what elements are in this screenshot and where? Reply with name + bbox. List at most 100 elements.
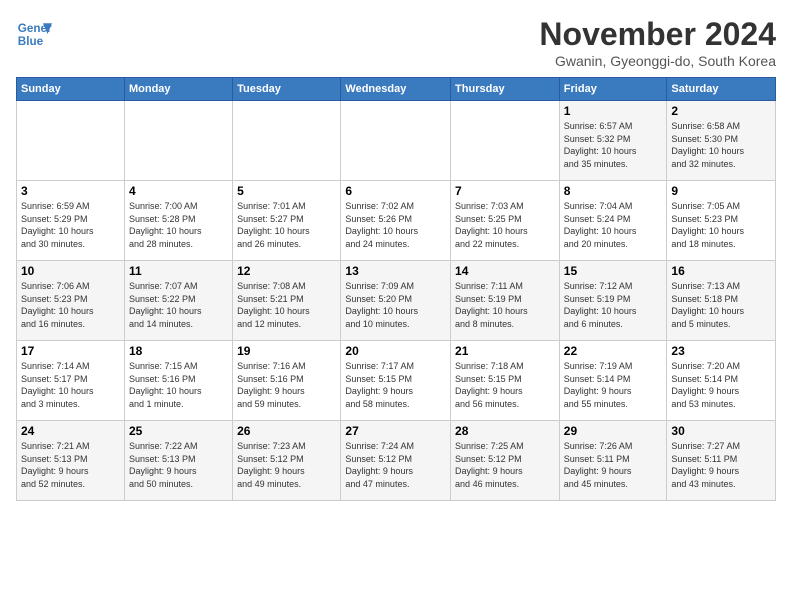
day-info: Sunrise: 7:21 AM Sunset: 5:13 PM Dayligh… <box>21 440 120 490</box>
calendar-cell: 16 Sunrise: 7:13 AM Sunset: 5:18 PM Dayli… <box>667 261 776 341</box>
calendar-cell <box>233 101 341 181</box>
calendar-cell: 5Sunrise: 7:01 AM Sunset: 5:27 PM Daylig… <box>233 181 341 261</box>
calendar-cell: 4 Sunrise: 7:00 AM Sunset: 5:28 PM Daylig… <box>124 181 232 261</box>
day-info: Sunrise: 7:24 AM Sunset: 5:12 PM Dayligh… <box>345 440 446 490</box>
day-number: 17 <box>21 344 120 358</box>
calendar-cell: 24Sunrise: 7:21 AM Sunset: 5:13 PM Dayli… <box>17 421 125 501</box>
calendar-cell: 20 Sunrise: 7:17 AM Sunset: 5:15 PM Dayli… <box>341 341 451 421</box>
day-info: Sunrise: 7:12 AM Sunset: 5:19 PM Dayligh… <box>564 280 663 330</box>
day-number: 21 <box>455 344 555 358</box>
calendar-cell: 22 Sunrise: 7:19 AM Sunset: 5:14 PM Dayli… <box>559 341 667 421</box>
calendar-cell: 11 Sunrise: 7:07 AM Sunset: 5:22 PM Dayli… <box>124 261 232 341</box>
calendar-cell: 21 Sunrise: 7:18 AM Sunset: 5:15 PM Dayli… <box>451 341 560 421</box>
day-number: 3 <box>21 184 120 198</box>
day-info: Sunrise: 7:07 AM Sunset: 5:22 PM Dayligh… <box>129 280 228 330</box>
day-info: Sunrise: 7:13 AM Sunset: 5:18 PM Dayligh… <box>671 280 771 330</box>
day-info: Sunrise: 7:06 AM Sunset: 5:23 PM Dayligh… <box>21 280 120 330</box>
calendar-cell: 12 Sunrise: 7:08 AM Sunset: 5:21 PM Dayli… <box>233 261 341 341</box>
day-number: 6 <box>345 184 446 198</box>
calendar-cell <box>451 101 560 181</box>
day-info: Sunrise: 6:59 AM Sunset: 5:29 PM Dayligh… <box>21 200 120 250</box>
day-info: Sunrise: 7:05 AM Sunset: 5:23 PM Dayligh… <box>671 200 771 250</box>
day-number: 25 <box>129 424 228 438</box>
day-number: 15 <box>564 264 663 278</box>
week-row-5: 24Sunrise: 7:21 AM Sunset: 5:13 PM Dayli… <box>17 421 776 501</box>
day-number: 23 <box>671 344 771 358</box>
calendar-cell: 8 Sunrise: 7:04 AM Sunset: 5:24 PM Daylig… <box>559 181 667 261</box>
day-number: 7 <box>455 184 555 198</box>
week-row-4: 17 Sunrise: 7:14 AM Sunset: 5:17 PM Dayli… <box>17 341 776 421</box>
week-row-1: 1Sunrise: 6:57 AM Sunset: 5:32 PM Daylig… <box>17 101 776 181</box>
weekday-header-tuesday: Tuesday <box>233 78 341 101</box>
day-info: Sunrise: 6:58 AM Sunset: 5:30 PM Dayligh… <box>671 120 771 170</box>
weekday-header-friday: Friday <box>559 78 667 101</box>
calendar-cell: 9 Sunrise: 7:05 AM Sunset: 5:23 PM Daylig… <box>667 181 776 261</box>
calendar-cell: 29Sunrise: 7:26 AM Sunset: 5:11 PM Dayli… <box>559 421 667 501</box>
week-row-2: 3 Sunrise: 6:59 AM Sunset: 5:29 PM Daylig… <box>17 181 776 261</box>
calendar-cell: 10 Sunrise: 7:06 AM Sunset: 5:23 PM Dayli… <box>17 261 125 341</box>
weekday-header-saturday: Saturday <box>667 78 776 101</box>
calendar-cell: 7Sunrise: 7:03 AM Sunset: 5:25 PM Daylig… <box>451 181 560 261</box>
weekday-header-row: SundayMondayTuesdayWednesdayThursdayFrid… <box>17 78 776 101</box>
calendar-cell: 27 Sunrise: 7:24 AM Sunset: 5:12 PM Dayli… <box>341 421 451 501</box>
day-info: Sunrise: 7:14 AM Sunset: 5:17 PM Dayligh… <box>21 360 120 410</box>
calendar-cell: 23 Sunrise: 7:20 AM Sunset: 5:14 PM Dayli… <box>667 341 776 421</box>
calendar-cell: 30Sunrise: 7:27 AM Sunset: 5:11 PM Dayli… <box>667 421 776 501</box>
day-number: 19 <box>237 344 336 358</box>
day-info: Sunrise: 7:02 AM Sunset: 5:26 PM Dayligh… <box>345 200 446 250</box>
day-info: Sunrise: 7:19 AM Sunset: 5:14 PM Dayligh… <box>564 360 663 410</box>
logo: General Blue <box>16 16 52 52</box>
day-info: Sunrise: 7:18 AM Sunset: 5:15 PM Dayligh… <box>455 360 555 410</box>
day-info: Sunrise: 7:00 AM Sunset: 5:28 PM Dayligh… <box>129 200 228 250</box>
calendar-cell: 13Sunrise: 7:09 AM Sunset: 5:20 PM Dayli… <box>341 261 451 341</box>
day-info: Sunrise: 7:16 AM Sunset: 5:16 PM Dayligh… <box>237 360 336 410</box>
day-number: 9 <box>671 184 771 198</box>
calendar-cell: 6 Sunrise: 7:02 AM Sunset: 5:26 PM Daylig… <box>341 181 451 261</box>
day-info: Sunrise: 7:17 AM Sunset: 5:15 PM Dayligh… <box>345 360 446 410</box>
calendar-table: SundayMondayTuesdayWednesdayThursdayFrid… <box>16 77 776 501</box>
calendar-cell: 17 Sunrise: 7:14 AM Sunset: 5:17 PM Dayli… <box>17 341 125 421</box>
day-info: Sunrise: 7:23 AM Sunset: 5:12 PM Dayligh… <box>237 440 336 490</box>
calendar-cell: 19 Sunrise: 7:16 AM Sunset: 5:16 PM Dayli… <box>233 341 341 421</box>
calendar-cell: 3 Sunrise: 6:59 AM Sunset: 5:29 PM Daylig… <box>17 181 125 261</box>
calendar-cell: 15 Sunrise: 7:12 AM Sunset: 5:19 PM Dayli… <box>559 261 667 341</box>
day-info: Sunrise: 7:04 AM Sunset: 5:24 PM Dayligh… <box>564 200 663 250</box>
week-row-3: 10 Sunrise: 7:06 AM Sunset: 5:23 PM Dayli… <box>17 261 776 341</box>
calendar-cell: 26 Sunrise: 7:23 AM Sunset: 5:12 PM Dayli… <box>233 421 341 501</box>
day-number: 4 <box>129 184 228 198</box>
day-number: 1 <box>564 104 663 118</box>
day-number: 12 <box>237 264 336 278</box>
day-info: Sunrise: 7:20 AM Sunset: 5:14 PM Dayligh… <box>671 360 771 410</box>
svg-text:Blue: Blue <box>18 35 44 48</box>
weekday-header-monday: Monday <box>124 78 232 101</box>
day-number: 26 <box>237 424 336 438</box>
day-number: 2 <box>671 104 771 118</box>
day-info: Sunrise: 7:15 AM Sunset: 5:16 PM Dayligh… <box>129 360 228 410</box>
day-number: 14 <box>455 264 555 278</box>
day-number: 11 <box>129 264 228 278</box>
calendar-cell <box>17 101 125 181</box>
day-number: 20 <box>345 344 446 358</box>
calendar-cell: 18Sunrise: 7:15 AM Sunset: 5:16 PM Dayli… <box>124 341 232 421</box>
day-number: 27 <box>345 424 446 438</box>
day-info: Sunrise: 7:26 AM Sunset: 5:11 PM Dayligh… <box>564 440 663 490</box>
weekday-header-thursday: Thursday <box>451 78 560 101</box>
day-number: 8 <box>564 184 663 198</box>
day-number: 28 <box>455 424 555 438</box>
calendar-cell: 2 Sunrise: 6:58 AM Sunset: 5:30 PM Daylig… <box>667 101 776 181</box>
day-number: 10 <box>21 264 120 278</box>
calendar-cell <box>341 101 451 181</box>
weekday-header-wednesday: Wednesday <box>341 78 451 101</box>
day-number: 16 <box>671 264 771 278</box>
calendar-cell: 1Sunrise: 6:57 AM Sunset: 5:32 PM Daylig… <box>559 101 667 181</box>
day-number: 22 <box>564 344 663 358</box>
day-info: Sunrise: 7:08 AM Sunset: 5:21 PM Dayligh… <box>237 280 336 330</box>
page-header: General Blue November 2024 Gwanin, Gyeon… <box>16 16 776 69</box>
day-info: Sunrise: 7:25 AM Sunset: 5:12 PM Dayligh… <box>455 440 555 490</box>
title-section: November 2024 Gwanin, Gyeonggi-do, South… <box>539 16 776 69</box>
day-number: 30 <box>671 424 771 438</box>
day-number: 5 <box>237 184 336 198</box>
day-info: Sunrise: 7:22 AM Sunset: 5:13 PM Dayligh… <box>129 440 228 490</box>
calendar-title: November 2024 <box>539 16 776 53</box>
day-info: Sunrise: 7:11 AM Sunset: 5:19 PM Dayligh… <box>455 280 555 330</box>
